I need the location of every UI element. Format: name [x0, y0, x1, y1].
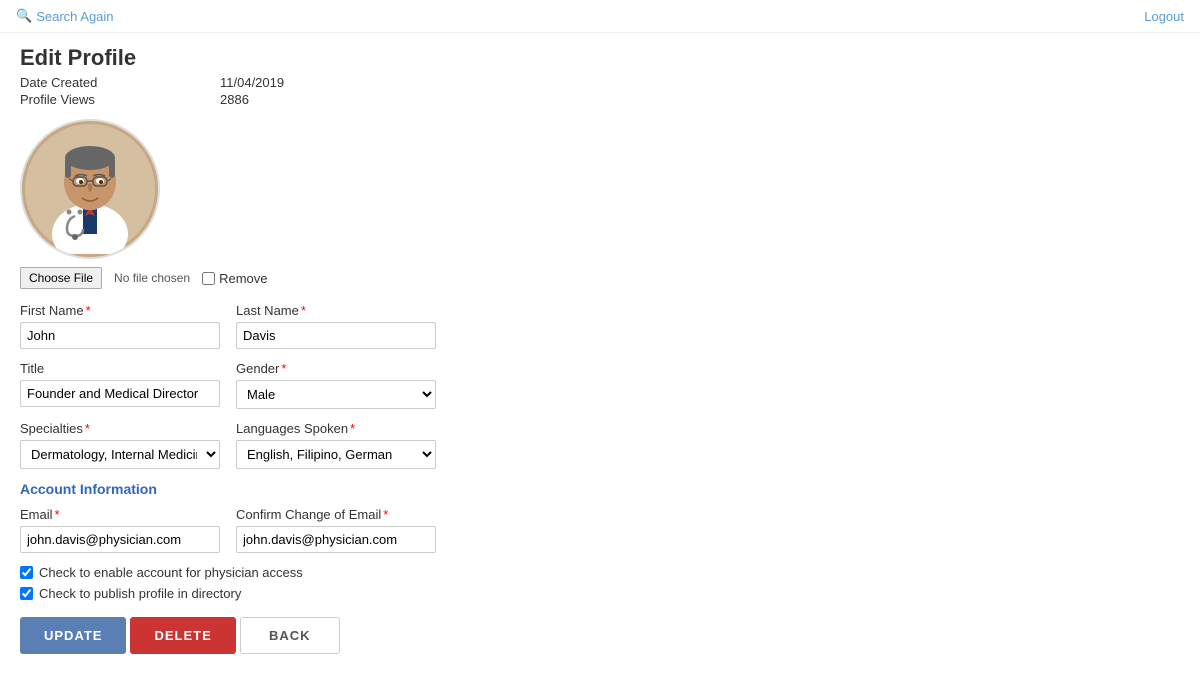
- publish-profile-label: Check to publish profile in directory: [39, 586, 241, 601]
- checkbox-publish-row: Check to publish profile in directory: [20, 586, 1180, 601]
- specialties-languages-row: Specialties* Dermatology, Internal Medic…: [20, 421, 1180, 469]
- checkbox-physician-row: Check to enable account for physician ac…: [20, 565, 1180, 580]
- avatar-section: [20, 119, 1180, 259]
- profile-views-label: Profile Views: [20, 92, 220, 107]
- back-button[interactable]: BACK: [240, 617, 340, 654]
- delete-button[interactable]: DELETE: [130, 617, 235, 654]
- title-input[interactable]: [20, 380, 220, 407]
- confirm-email-label: Confirm Change of Email*: [236, 507, 436, 522]
- email-group: Email*: [20, 507, 220, 553]
- profile-views-row: Profile Views 2886: [20, 92, 1180, 107]
- publish-profile-checkbox[interactable]: [20, 587, 33, 600]
- specialties-label: Specialties*: [20, 421, 220, 436]
- update-button[interactable]: UPDATE: [20, 617, 126, 654]
- gender-group: Gender* Male Female Other: [236, 361, 436, 409]
- title-group: Title: [20, 361, 220, 409]
- first-name-label: First Name*: [20, 303, 220, 318]
- remove-checkbox[interactable]: [202, 272, 215, 285]
- first-name-input[interactable]: [20, 322, 220, 349]
- title-gender-row: Title Gender* Male Female Other: [20, 361, 1180, 409]
- button-row: UPDATE DELETE BACK: [20, 617, 1180, 654]
- last-name-group: Last Name*: [236, 303, 436, 349]
- physician-access-label: Check to enable account for physician ac…: [39, 565, 303, 580]
- file-input-row: Choose File No file chosen Remove: [20, 267, 1180, 289]
- date-created-value: 11/04/2019: [220, 75, 284, 90]
- confirm-email-group: Confirm Change of Email*: [236, 507, 436, 553]
- date-created-row: Date Created 11/04/2019: [20, 75, 1180, 90]
- languages-label: Languages Spoken*: [236, 421, 436, 436]
- date-created-label: Date Created: [20, 75, 220, 90]
- search-icon: 🔍: [16, 8, 32, 24]
- languages-group: Languages Spoken* English, Filipino, Ger…: [236, 421, 436, 469]
- remove-label[interactable]: Remove: [202, 271, 267, 286]
- name-row: First Name* Last Name*: [20, 303, 1180, 349]
- email-row: Email* Confirm Change of Email*: [20, 507, 1180, 553]
- specialties-select[interactable]: Dermatology, Internal Medicine, Ob: [20, 440, 220, 469]
- avatar: [20, 119, 160, 259]
- no-file-text: No file chosen: [114, 271, 190, 285]
- main-content: Edit Profile Date Created 11/04/2019 Pro…: [0, 33, 1200, 666]
- search-again-link[interactable]: 🔍 Search Again: [16, 8, 114, 24]
- specialties-group: Specialties* Dermatology, Internal Medic…: [20, 421, 220, 469]
- last-name-label: Last Name*: [236, 303, 436, 318]
- choose-file-button[interactable]: Choose File: [20, 267, 102, 289]
- account-info-title: Account Information: [20, 481, 1180, 497]
- last-name-input[interactable]: [236, 322, 436, 349]
- profile-views-value: 2886: [220, 92, 249, 107]
- page-title: Edit Profile: [20, 45, 1180, 71]
- title-label: Title: [20, 361, 220, 376]
- gender-label: Gender*: [236, 361, 436, 376]
- top-bar: 🔍 Search Again Logout: [0, 0, 1200, 33]
- email-label: Email*: [20, 507, 220, 522]
- physician-access-checkbox[interactable]: [20, 566, 33, 579]
- logout-link[interactable]: Logout: [1144, 9, 1184, 24]
- email-input[interactable]: [20, 526, 220, 553]
- doctor-avatar-svg: [25, 124, 155, 254]
- confirm-email-input[interactable]: [236, 526, 436, 553]
- gender-select[interactable]: Male Female Other: [236, 380, 436, 409]
- first-name-group: First Name*: [20, 303, 220, 349]
- languages-select[interactable]: English, Filipino, German: [236, 440, 436, 469]
